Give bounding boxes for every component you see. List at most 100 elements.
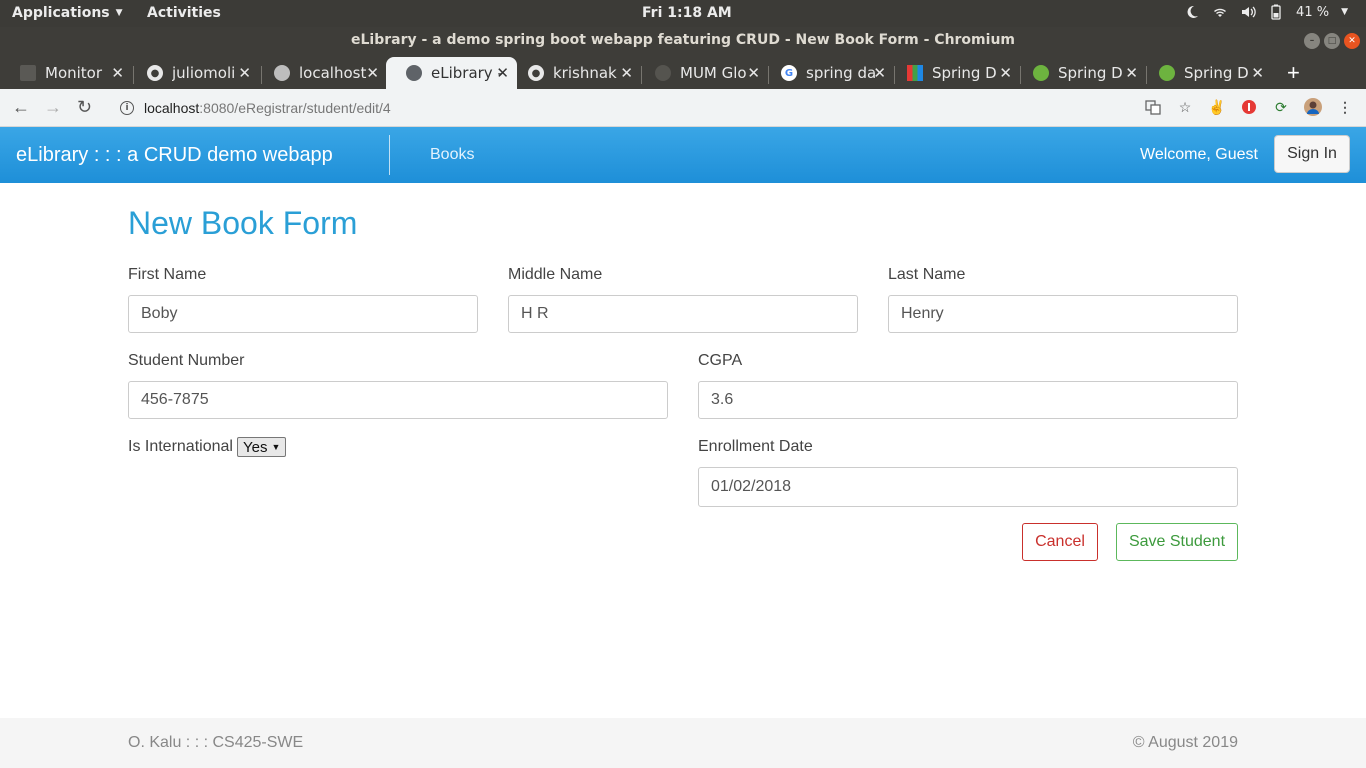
translate-icon[interactable] xyxy=(1144,98,1162,116)
system-tray[interactable]: 41 % ▼ xyxy=(1184,4,1348,20)
cancel-button[interactable]: Cancel xyxy=(1022,523,1098,561)
tab-elibrary[interactable]: eLibrary - ✕ xyxy=(386,57,517,89)
night-light-icon xyxy=(1184,4,1200,20)
student-number-field[interactable] xyxy=(128,381,668,419)
cgpa-label: CGPA xyxy=(698,352,743,369)
close-tab-icon[interactable]: ✕ xyxy=(238,64,251,82)
stop-extension-icon[interactable] xyxy=(1240,98,1258,116)
tab-mum-glo[interactable]: MUM Glo ✕ xyxy=(635,57,768,89)
chevron-down-icon: ▼ xyxy=(115,8,123,18)
tab-label: spring da xyxy=(806,64,876,82)
tab-spring-d-2[interactable]: Spring D ✕ xyxy=(1013,57,1146,89)
globe-icon xyxy=(274,65,290,81)
close-tab-icon[interactable]: ✕ xyxy=(747,64,760,82)
middle-name-field[interactable] xyxy=(508,295,858,333)
first-name-label: First Name xyxy=(128,266,207,283)
wifi-icon xyxy=(1212,4,1228,20)
battery-percent: 41 % xyxy=(1296,4,1330,20)
sync-extension-icon[interactable]: ⟳ xyxy=(1272,98,1290,116)
close-tab-icon[interactable]: ✕ xyxy=(111,64,124,82)
github-icon: ● xyxy=(147,65,163,81)
folder-icon xyxy=(20,65,36,81)
footer-copyright: © August 2019 xyxy=(1132,734,1238,751)
globe-icon xyxy=(655,65,671,81)
close-tab-icon[interactable]: ✕ xyxy=(366,64,379,82)
student-number-label: Student Number xyxy=(128,352,245,369)
is-international-value: Yes xyxy=(243,438,268,456)
forward-icon[interactable]: → xyxy=(44,97,62,118)
tab-label: eLibrary - xyxy=(431,64,501,82)
avatar[interactable] xyxy=(1304,98,1322,116)
save-student-button[interactable]: Save Student xyxy=(1116,523,1238,561)
clock[interactable]: Fri 1:18 AM xyxy=(642,5,732,21)
nav-link-books[interactable]: Books xyxy=(430,146,474,164)
tab-label: krishnak xyxy=(553,64,617,82)
last-name-label: Last Name xyxy=(888,266,966,283)
menu-kebab-icon[interactable]: ⋮ xyxy=(1336,98,1354,116)
bookmark-star-icon[interactable]: ☆ xyxy=(1176,98,1194,116)
battery-icon xyxy=(1268,4,1284,20)
middle-name-label: Middle Name xyxy=(508,266,603,283)
tab-label: MUM Glo xyxy=(680,64,747,82)
tab-label: Spring D xyxy=(1058,64,1123,82)
activities-button[interactable]: Activities xyxy=(147,5,221,21)
close-tab-icon[interactable]: ✕ xyxy=(620,64,633,82)
last-name-field[interactable] xyxy=(888,295,1238,333)
app-navbar: eLibrary : : : a CRUD demo webapp Books … xyxy=(0,127,1366,183)
grid-icon xyxy=(907,65,923,81)
tab-krishnak[interactable]: ● krishnak ✕ xyxy=(508,57,641,89)
cgpa-field[interactable] xyxy=(698,381,1238,419)
tab-spring-d-1[interactable]: Spring D ✕ xyxy=(887,57,1020,89)
reload-icon[interactable]: ↻ xyxy=(77,97,92,118)
dropdown-arrow-icon: ▼ xyxy=(271,442,281,452)
close-window-icon[interactable]: ✕ xyxy=(1344,33,1360,49)
close-tab-icon[interactable]: ✕ xyxy=(1251,64,1264,82)
url-path: :8080/eRegistrar/student/edit/4 xyxy=(199,100,391,116)
tab-localhost[interactable]: localhost ✕ xyxy=(254,57,387,89)
spring-icon xyxy=(1159,65,1175,81)
applications-label: Applications xyxy=(12,5,110,21)
globe-icon xyxy=(406,65,422,81)
volume-icon xyxy=(1240,4,1256,20)
enrollment-date-field[interactable] xyxy=(698,467,1238,507)
footer: O. Kalu : : : CS425-SWE © August 2019 xyxy=(0,718,1366,768)
os-top-bar: Applications ▼ Activities Fri 1:18 AM 41… xyxy=(0,0,1366,27)
tab-juliomoli[interactable]: ● juliomoli ✕ xyxy=(127,57,259,89)
chevron-down-icon: ▼ xyxy=(1341,7,1348,17)
github-icon: ● xyxy=(528,65,544,81)
extension-icon[interactable]: ✌ xyxy=(1208,98,1226,116)
tab-spring-da[interactable]: G spring da ✕ xyxy=(761,57,894,89)
minimize-icon[interactable]: – xyxy=(1304,33,1320,49)
close-tab-icon[interactable]: ✕ xyxy=(1125,64,1138,82)
site-info-icon[interactable]: i xyxy=(120,101,134,115)
back-icon[interactable]: ← xyxy=(12,97,30,118)
spring-icon xyxy=(1033,65,1049,81)
enrollment-date-label: Enrollment Date xyxy=(698,438,813,455)
tab-label: Monitor xyxy=(45,64,103,82)
tab-label: Spring D xyxy=(932,64,997,82)
is-international-select[interactable]: Yes ▼ xyxy=(237,437,286,457)
first-name-field[interactable] xyxy=(128,295,478,333)
tab-strip: Monitor ✕ ● juliomoli ✕ localhost ✕ eLib… xyxy=(0,54,1366,89)
footer-credit: O. Kalu : : : CS425-SWE xyxy=(128,734,304,751)
new-tab-icon[interactable]: + xyxy=(1287,60,1300,86)
brand-link[interactable]: eLibrary : : : a CRUD demo webapp xyxy=(16,144,333,167)
tab-label: Spring D xyxy=(1184,64,1249,82)
google-icon: G xyxy=(781,65,797,81)
url-field[interactable]: i localhost:8080/eRegistrar/student/edit… xyxy=(108,93,1188,123)
window-controls: – □ ✕ xyxy=(1304,33,1360,49)
is-international-label: Is International xyxy=(128,438,233,455)
sign-in-button[interactable]: Sign In xyxy=(1274,135,1350,173)
tab-spring-d-3[interactable]: Spring D ✕ xyxy=(1139,57,1272,89)
browser-toolbar: ☆ ✌ ⟳ ⋮ xyxy=(1144,98,1354,116)
url-host: localhost xyxy=(144,100,200,116)
maximize-icon[interactable]: □ xyxy=(1324,33,1340,49)
tab-monitor[interactable]: Monitor ✕ xyxy=(0,57,132,89)
close-tab-icon[interactable]: ✕ xyxy=(873,64,886,82)
nav-divider xyxy=(389,135,390,175)
applications-menu[interactable]: Applications ▼ xyxy=(12,5,123,21)
close-tab-icon[interactable]: ✕ xyxy=(999,64,1012,82)
welcome-text: Welcome, Guest xyxy=(1140,146,1258,163)
tab-label: localhost xyxy=(299,64,367,82)
window-title: eLibrary - a demo spring boot webapp fea… xyxy=(351,32,1015,48)
